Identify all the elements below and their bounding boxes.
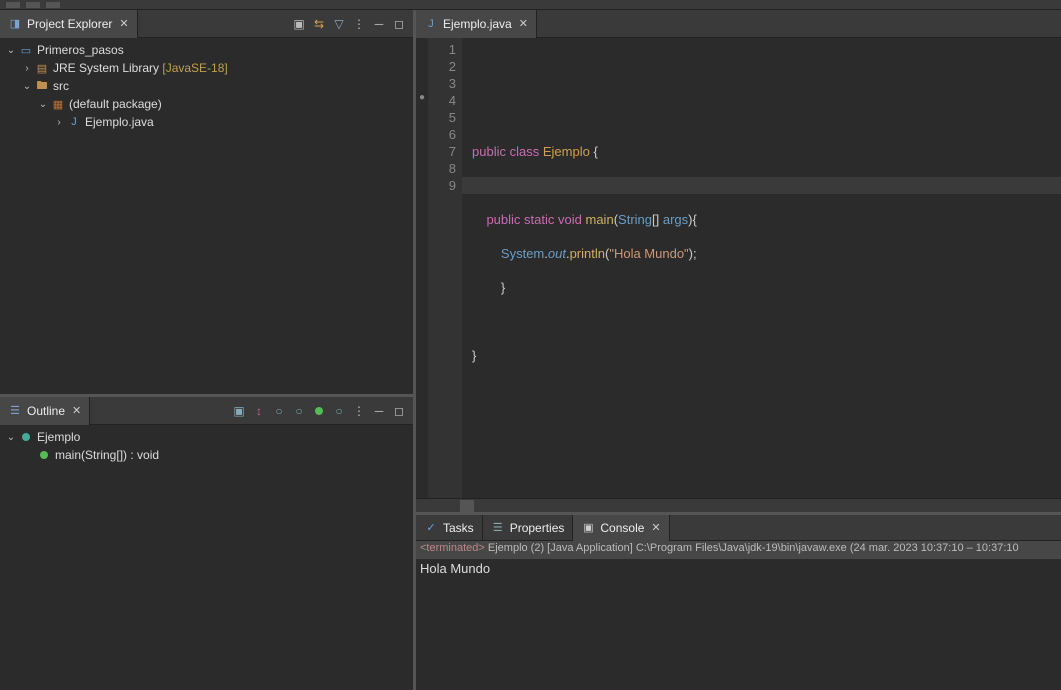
filter-icon[interactable]: ▽ <box>331 16 347 32</box>
console-line: Hola Mundo <box>420 561 1057 576</box>
project-explorer-title: Project Explorer <box>27 17 112 31</box>
line-number[interactable]: 4 <box>428 92 456 109</box>
hide-static-icon[interactable]: ○ <box>291 403 307 419</box>
line-number[interactable]: 9 <box>428 177 456 194</box>
folder-icon: 🖿 <box>34 79 50 93</box>
editor-tab-bar[interactable]: J Ejemplo.java ✕ <box>416 10 1061 38</box>
outline-class[interactable]: ⌄ Ejemplo <box>0 428 413 446</box>
chevron-right-icon[interactable]: › <box>20 63 34 74</box>
code-editor[interactable]: ● 1 2 3 4 5 6 7 8 9 public class Ejempl <box>416 38 1061 498</box>
tree-label: src <box>53 79 69 93</box>
tab-properties[interactable]: ☰ Properties <box>483 515 574 541</box>
hide-fields-icon[interactable]: ○ <box>271 403 287 419</box>
view-menu-icon[interactable]: ⋮ <box>351 403 367 419</box>
close-icon[interactable]: ✕ <box>72 404 81 417</box>
chevron-down-icon[interactable]: ⌄ <box>36 99 50 110</box>
outline-icon: ☰ <box>8 404 22 418</box>
line-number[interactable]: 5 <box>428 109 456 126</box>
tree-jre[interactable]: › ▤ JRE System Library [JavaSE-18] <box>0 59 413 77</box>
close-icon[interactable]: ✕ <box>119 17 128 30</box>
sort-icon[interactable]: ↕ <box>251 403 267 419</box>
console-output[interactable]: Hola Mundo <box>416 559 1061 690</box>
project-explorer-header: ◨ Project Explorer ✕ ▣ ⇆ ▽ ⋮ ─ ◻ <box>0 10 413 38</box>
tree-label: (default package) <box>69 97 162 111</box>
tree-project[interactable]: ⌄ ▭ Primeros_pasos <box>0 41 413 59</box>
close-icon[interactable]: ✕ <box>519 17 528 30</box>
line-number-gutter[interactable]: 1 2 3 4 5 6 7 8 9 <box>428 38 462 498</box>
bottom-tab-bar[interactable]: ✓ Tasks ☰ Properties ▣ Console ✕ <box>416 515 1061 541</box>
package-icon: ▦ <box>50 97 66 111</box>
editor-tab-label: Ejemplo.java <box>443 17 512 31</box>
toolbar-button[interactable] <box>26 2 40 8</box>
outline-tab[interactable]: ☰ Outline ✕ <box>0 397 90 425</box>
main-toolbar[interactable] <box>0 0 1061 10</box>
chevron-down-icon[interactable]: ⌄ <box>20 81 34 92</box>
console-status-bar: <terminated> Ejemplo (2) [Java Applicati… <box>416 541 1061 559</box>
tree-label: JRE System Library [JavaSE-18] <box>53 61 228 75</box>
outline-tree[interactable]: ⌄ Ejemplo main(String[]) : void <box>0 425 413 690</box>
tree-java-file[interactable]: › J Ejemplo.java <box>0 113 413 131</box>
line-number[interactable]: 7 <box>428 143 456 160</box>
tab-label: Properties <box>510 521 565 535</box>
tree-src[interactable]: ⌄ 🖿 src <box>0 77 413 95</box>
maximize-icon[interactable]: ◻ <box>391 403 407 419</box>
tree-label: Primeros_pasos <box>37 43 124 57</box>
marker-bar[interactable]: ● <box>416 38 428 498</box>
line-number[interactable]: 6 <box>428 126 456 143</box>
line-number[interactable]: 8 <box>428 160 456 177</box>
console-icon: ▣ <box>581 521 595 535</box>
collapse-all-icon[interactable]: ▣ <box>291 16 307 32</box>
chevron-right-icon[interactable]: › <box>52 117 66 128</box>
tab-label: Tasks <box>443 521 474 535</box>
minimize-icon[interactable]: ─ <box>371 403 387 419</box>
toolbar-button[interactable] <box>46 2 60 8</box>
focus-icon[interactable]: ▣ <box>231 403 247 419</box>
close-icon[interactable]: ✕ <box>651 521 660 534</box>
tree-label: Ejemplo.java <box>85 115 154 129</box>
minimize-icon[interactable]: ─ <box>371 16 387 32</box>
line-number[interactable]: 1 <box>428 41 456 58</box>
code-area[interactable]: public class Ejemplo { public static voi… <box>462 38 1061 498</box>
project-icon: ▭ <box>18 43 34 57</box>
hide-local-icon[interactable]: ○ <box>331 403 347 419</box>
project-explorer-tree[interactable]: ⌄ ▭ Primeros_pasos › ▤ JRE System Librar… <box>0 38 413 394</box>
tree-label: main(String[]) : void <box>55 448 159 462</box>
view-menu-icon[interactable]: ⋮ <box>351 16 367 32</box>
properties-icon: ☰ <box>491 521 505 535</box>
hide-nonpublic-icon[interactable] <box>311 403 327 419</box>
link-editor-icon[interactable]: ⇆ <box>311 16 327 32</box>
editor-tab[interactable]: J Ejemplo.java ✕ <box>416 10 537 38</box>
maximize-icon[interactable]: ◻ <box>391 16 407 32</box>
project-explorer-tab[interactable]: ◨ Project Explorer ✕ <box>0 10 138 38</box>
library-icon: ▤ <box>34 61 50 75</box>
tab-label: Console <box>600 521 644 535</box>
line-number[interactable]: 3 <box>428 75 456 92</box>
line-number[interactable]: 2 <box>428 58 456 75</box>
tree-package[interactable]: ⌄ ▦ (default package) <box>0 95 413 113</box>
project-explorer-icon: ◨ <box>8 17 22 31</box>
java-file-icon: J <box>66 115 82 129</box>
tab-tasks[interactable]: ✓ Tasks <box>416 515 483 541</box>
outline-title: Outline <box>27 404 65 418</box>
tasks-icon: ✓ <box>424 521 438 535</box>
toolbar-button[interactable] <box>6 2 20 8</box>
tree-label: Ejemplo <box>37 430 80 444</box>
outline-method[interactable]: main(String[]) : void <box>0 446 413 464</box>
chevron-down-icon[interactable]: ⌄ <box>4 45 18 56</box>
override-marker-icon[interactable]: ● <box>419 92 425 103</box>
horizontal-scrollbar[interactable] <box>416 498 1061 512</box>
method-icon <box>36 448 52 462</box>
outline-header: ☰ Outline ✕ ▣ ↕ ○ ○ ○ ⋮ ─ ◻ <box>0 397 413 425</box>
scroll-left-icon[interactable] <box>460 500 474 512</box>
java-file-icon: J <box>424 17 438 31</box>
chevron-down-icon[interactable]: ⌄ <box>4 432 18 443</box>
tab-console[interactable]: ▣ Console ✕ <box>573 515 669 541</box>
class-icon <box>18 430 34 444</box>
